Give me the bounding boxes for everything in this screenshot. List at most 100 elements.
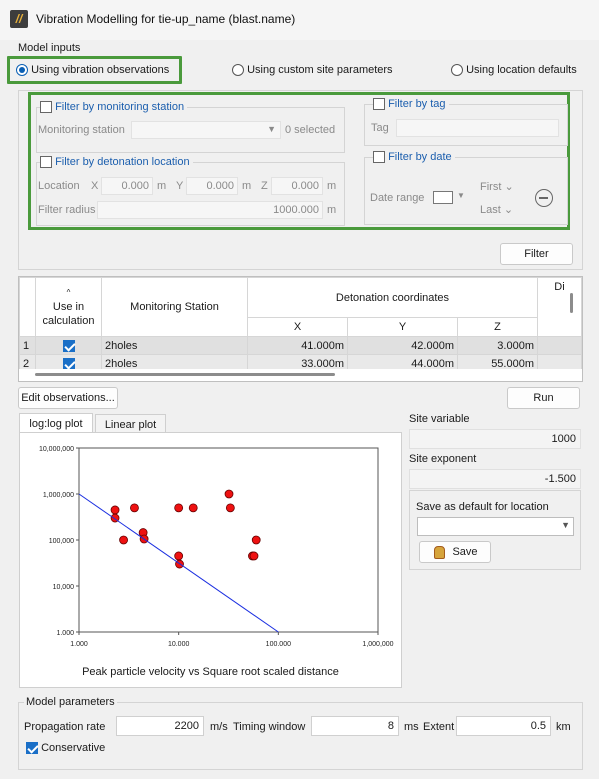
propagation-label: Propagation rate	[24, 721, 106, 733]
station-cell: 2holes	[101, 336, 248, 355]
y-tick-label: 10,000	[53, 584, 75, 591]
sort-up-icon: ^	[66, 288, 71, 297]
date-first[interactable]: First ⌄	[480, 180, 514, 193]
z-cell: 3.000m	[457, 336, 538, 355]
y-cell: 42.000m	[347, 336, 458, 355]
z-input[interactable]: 0.000	[271, 177, 323, 195]
site-variable-label: Site variable	[409, 413, 470, 425]
model-params-group	[18, 702, 583, 770]
minus-icon	[539, 197, 548, 199]
vertical-scroll-thumb[interactable]	[570, 293, 573, 313]
header-di[interactable]: Di	[537, 277, 582, 337]
y-tick-label: 1,000,000	[43, 492, 74, 499]
y-tick-label: 10,000,000	[39, 446, 74, 453]
remove-date-icon[interactable]	[535, 189, 553, 207]
checkbox-icon	[26, 742, 38, 755]
header-use[interactable]: ^ Use in calculation	[35, 277, 102, 337]
calendar-picker[interactable]: ▼	[433, 190, 467, 206]
y-tick-label: 1.000	[56, 630, 74, 637]
checkbox-icon[interactable]	[62, 339, 75, 352]
observations-table: ^ Use in calculation Monitoring Station D…	[18, 276, 583, 382]
data-point	[224, 489, 234, 499]
header-y[interactable]: Y	[347, 317, 458, 337]
radio-dot-icon	[451, 64, 463, 77]
y-label: Y	[176, 180, 184, 192]
y-unit: m	[242, 180, 252, 192]
tab-linear-plot[interactable]: Linear plot	[95, 414, 166, 434]
timing-input[interactable]: 8	[311, 716, 399, 736]
use-cell[interactable]	[35, 336, 102, 355]
header-z[interactable]: Z	[457, 317, 538, 337]
checkbox-icon	[373, 98, 385, 111]
header-index	[19, 277, 36, 337]
edit-observations-button[interactable]: Edit observations...	[18, 387, 118, 409]
tag-label: Tag	[371, 122, 389, 134]
site-variable-input[interactable]: 1000	[409, 429, 581, 449]
tab-log-plot[interactable]: log:log plot	[19, 413, 93, 433]
z-unit: m	[327, 180, 337, 192]
tag-input[interactable]	[396, 119, 559, 137]
x-tick-label: 100.000	[266, 641, 291, 648]
data-point	[174, 551, 184, 561]
header-station[interactable]: Monitoring Station	[101, 277, 248, 337]
extent-input[interactable]: 0.5	[456, 716, 551, 736]
site-exponent-label: Site exponent	[409, 453, 477, 465]
chevron-down-icon: ▼	[561, 520, 570, 530]
timing-label: Timing window	[233, 721, 306, 733]
data-point	[225, 503, 235, 513]
location-label: Location	[38, 180, 80, 192]
checkbox-icon[interactable]	[62, 357, 75, 370]
data-point	[174, 503, 184, 513]
window-title: Vibration Modelling for tie-up_name (bla…	[36, 12, 296, 26]
radio-location-defaults[interactable]: Using location defaults	[451, 64, 577, 77]
radio-dot-icon	[232, 64, 244, 77]
conservative-toggle[interactable]: Conservative	[26, 742, 105, 755]
filter-location-toggle[interactable]: Filter by detonation location	[40, 156, 193, 169]
y-tick-label: 100,000	[49, 538, 74, 545]
radio-dot-icon	[16, 64, 28, 77]
extent-label: Extent	[423, 721, 455, 733]
checkbox-icon	[373, 151, 385, 164]
data-point	[249, 551, 259, 561]
propagation-input[interactable]: 2200	[116, 716, 204, 736]
site-exponent-input[interactable]: -1.500	[409, 469, 581, 489]
data-point	[130, 503, 139, 513]
data-point	[110, 505, 120, 515]
filter-tag-toggle[interactable]: Filter by tag	[373, 98, 449, 111]
radio-observations[interactable]: Using vibration observations	[16, 64, 169, 77]
x-input[interactable]: 0.000	[101, 177, 153, 195]
monitoring-station-label: Monitoring station	[38, 124, 125, 136]
timing-unit: ms	[404, 721, 419, 733]
filter-button[interactable]: Filter	[500, 243, 573, 265]
scroll-thumb[interactable]	[35, 373, 335, 376]
monitoring-station-dropdown[interactable]: ▼	[131, 121, 281, 139]
table-row[interactable]: 1 2holes 41.000m 42.000m 3.000m	[19, 336, 582, 355]
save-default-label: Save as default for location	[416, 501, 549, 513]
x-unit: m	[157, 180, 167, 192]
filter-station-toggle[interactable]: Filter by monitoring station	[40, 101, 188, 114]
model-inputs-label: Model inputs	[18, 42, 81, 54]
radio-custom-site[interactable]: Using custom site parameters	[232, 64, 393, 77]
app-icon: //	[10, 10, 28, 28]
extent-unit: km	[556, 721, 571, 733]
radius-unit: m	[327, 204, 337, 216]
di-cell	[537, 336, 582, 355]
data-point	[188, 503, 198, 513]
horizontal-scrollbar[interactable]	[19, 369, 582, 381]
station-selected-count: 0 selected	[285, 124, 336, 136]
x-tick-label: 1.000	[70, 641, 88, 648]
data-point	[119, 535, 128, 545]
header-detonation[interactable]: Detonation coordinates	[247, 277, 538, 318]
run-button[interactable]: Run	[507, 387, 580, 409]
x-label: X	[91, 180, 99, 192]
filter-radius-label: Filter radius	[38, 204, 96, 216]
calendar-icon	[433, 191, 453, 204]
filter-date-toggle[interactable]: Filter by date	[373, 151, 455, 164]
log-log-chart: 10,000,000 1,000,000 100,000 10,000 1.000 1.0…	[39, 446, 394, 648]
y-input[interactable]: 0.000	[186, 177, 238, 195]
save-button[interactable]: Save	[419, 541, 491, 563]
location-dropdown[interactable]: ▼	[417, 517, 574, 536]
header-x[interactable]: X	[247, 317, 348, 337]
filter-radius-input[interactable]: 1000.000	[97, 201, 323, 219]
date-last[interactable]: Last ⌄	[480, 203, 513, 216]
